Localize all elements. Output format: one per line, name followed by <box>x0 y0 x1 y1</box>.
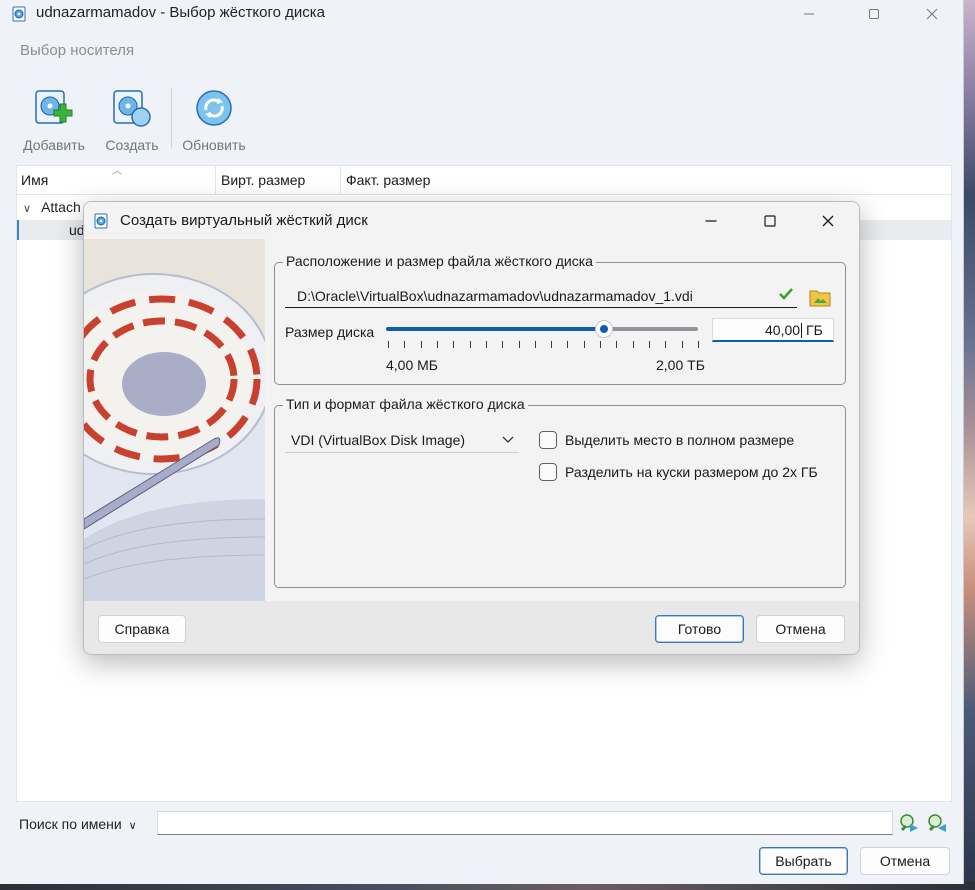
slider-tick <box>698 341 699 348</box>
section-title: Выбор носителя <box>20 42 135 59</box>
dialog-footer: Справка Готово Отмена <box>84 601 859 654</box>
slider-tick <box>486 341 487 348</box>
maximize-icon[interactable] <box>750 206 790 236</box>
select-underline <box>285 452 519 453</box>
slider-tick <box>616 341 617 348</box>
cancel-button[interactable]: Отмена <box>860 847 950 875</box>
app-icon <box>94 213 108 229</box>
slider-tick <box>421 341 422 348</box>
create-button[interactable]: Создать <box>96 88 168 153</box>
search-mode-select[interactable]: Поиск по имени ∨ <box>19 816 137 832</box>
refresh-icon <box>196 90 232 126</box>
wizard-illustration <box>84 239 273 601</box>
add-button-label: Добавить <box>23 137 85 153</box>
file-path-field[interactable]: D:\Oracle\VirtualBox\udnazarmamadov\udna… <box>285 285 797 308</box>
slider-tick <box>535 341 536 348</box>
search-mode-label: Поиск по имени <box>19 816 122 832</box>
slider-tick <box>388 341 389 348</box>
valid-check-icon <box>779 288 793 300</box>
type-format-group: Тип и формат файла жёсткого диска VDI (V… <box>274 396 846 588</box>
slider-tick <box>633 341 634 348</box>
slider-tick <box>682 341 683 348</box>
search-prev-icon[interactable] <box>926 812 948 834</box>
size-slider-handle[interactable] <box>595 320 614 338</box>
disk-size-label: Размер диска <box>285 324 375 340</box>
size-slider-fill[interactable] <box>386 327 605 331</box>
add-disk-icon <box>35 90 73 124</box>
disk-size-value: 40,00 <box>765 322 801 338</box>
slider-min-label: 4,00 МБ <box>386 357 438 373</box>
slider-tick <box>453 341 454 348</box>
dialog-title: Создать виртуальный жёсткий диск <box>120 212 368 229</box>
sort-indicator-icon: ︿ <box>112 166 122 177</box>
slider-tick <box>649 341 650 348</box>
selection-indicator <box>17 220 19 240</box>
column-virtual-size[interactable]: Вирт. размер <box>221 172 305 188</box>
help-button[interactable]: Справка <box>98 615 186 643</box>
refresh-button[interactable]: Обновить <box>178 88 250 153</box>
slider-tick <box>551 341 552 348</box>
split-label[interactable]: Разделить на куски размером до 2х ГБ <box>565 464 818 480</box>
disk-format-select[interactable]: VDI (VirtualBox Disk Image) <box>285 427 519 453</box>
toolbar-separator <box>171 88 172 148</box>
search-next-icon[interactable] <box>898 812 920 834</box>
column-divider[interactable] <box>340 166 341 194</box>
add-button[interactable]: Добавить <box>18 88 90 153</box>
slider-tick <box>567 341 568 348</box>
chevron-down-icon <box>502 436 514 443</box>
create-disk-icon <box>113 90 151 127</box>
desktop-wallpaper <box>963 0 975 890</box>
slider-tick <box>584 341 585 348</box>
slider-tick <box>470 341 471 348</box>
dialog-content: Расположение и размер файла жёсткого дис… <box>265 239 859 601</box>
location-size-group: Расположение и размер файла жёсткого дис… <box>274 253 846 385</box>
done-button[interactable]: Готово <box>655 615 744 643</box>
preallocate-checkbox[interactable] <box>539 431 557 449</box>
location-group-title: Расположение и размер файла жёсткого дис… <box>283 253 596 269</box>
dialog-titlebar: Создать виртуальный жёсткий диск <box>84 202 859 239</box>
disk-format-value: VDI (VirtualBox Disk Image) <box>291 432 466 448</box>
dialog-cancel-button[interactable]: Отмена <box>756 615 845 643</box>
window-titlebar: udnazarmamadov - Выбор жёсткого диска <box>0 0 963 28</box>
disk-size-input[interactable]: 40,00 ГБ <box>712 318 834 342</box>
text-caret <box>801 323 802 338</box>
size-slider-track[interactable] <box>604 327 698 331</box>
window-title: udnazarmamadov - Выбор жёсткого диска <box>36 4 325 21</box>
slider-ticks <box>388 341 699 349</box>
folder-icon[interactable] <box>809 287 831 307</box>
app-icon <box>12 6 26 22</box>
column-name[interactable]: Имя <box>21 172 48 188</box>
slider-tick <box>519 341 520 348</box>
disk-size-unit: ГБ <box>806 322 823 338</box>
slider-tick <box>600 341 601 348</box>
chevron-down-icon[interactable]: ∨ <box>23 203 31 215</box>
slider-tick <box>665 341 666 348</box>
chevron-down-icon: ∨ <box>128 820 137 832</box>
create-disk-dialog: Создать виртуальный жёсткий диск Располо… <box>83 201 860 655</box>
format-group-title: Тип и формат файла жёсткого диска <box>283 396 528 412</box>
minimize-icon[interactable] <box>691 206 731 236</box>
close-icon[interactable] <box>808 206 848 236</box>
split-checkbox[interactable] <box>539 463 557 481</box>
preallocate-label[interactable]: Выделить место в полном размере <box>565 432 794 448</box>
minimize-icon[interactable] <box>786 0 832 28</box>
choose-button[interactable]: Выбрать <box>759 847 848 875</box>
search-input[interactable] <box>157 811 893 835</box>
column-divider[interactable] <box>215 166 216 194</box>
list-header: ︿ Имя Вирт. размер Факт. размер <box>17 166 951 195</box>
refresh-button-label: Обновить <box>182 137 246 153</box>
slider-tick <box>502 341 503 348</box>
tree-group-label: Attach <box>41 199 81 215</box>
slider-tick <box>437 341 438 348</box>
slider-max-label: 2,00 ТБ <box>656 357 705 373</box>
maximize-icon[interactable] <box>851 0 897 28</box>
file-path-value: D:\Oracle\VirtualBox\udnazarmamadov\udna… <box>297 288 693 304</box>
tree-group-row[interactable]: ∨ Attach <box>23 199 81 215</box>
slider-tick <box>404 341 405 348</box>
create-button-label: Создать <box>105 137 159 153</box>
close-icon[interactable] <box>909 0 955 28</box>
column-actual-size[interactable]: Факт. размер <box>346 172 430 188</box>
